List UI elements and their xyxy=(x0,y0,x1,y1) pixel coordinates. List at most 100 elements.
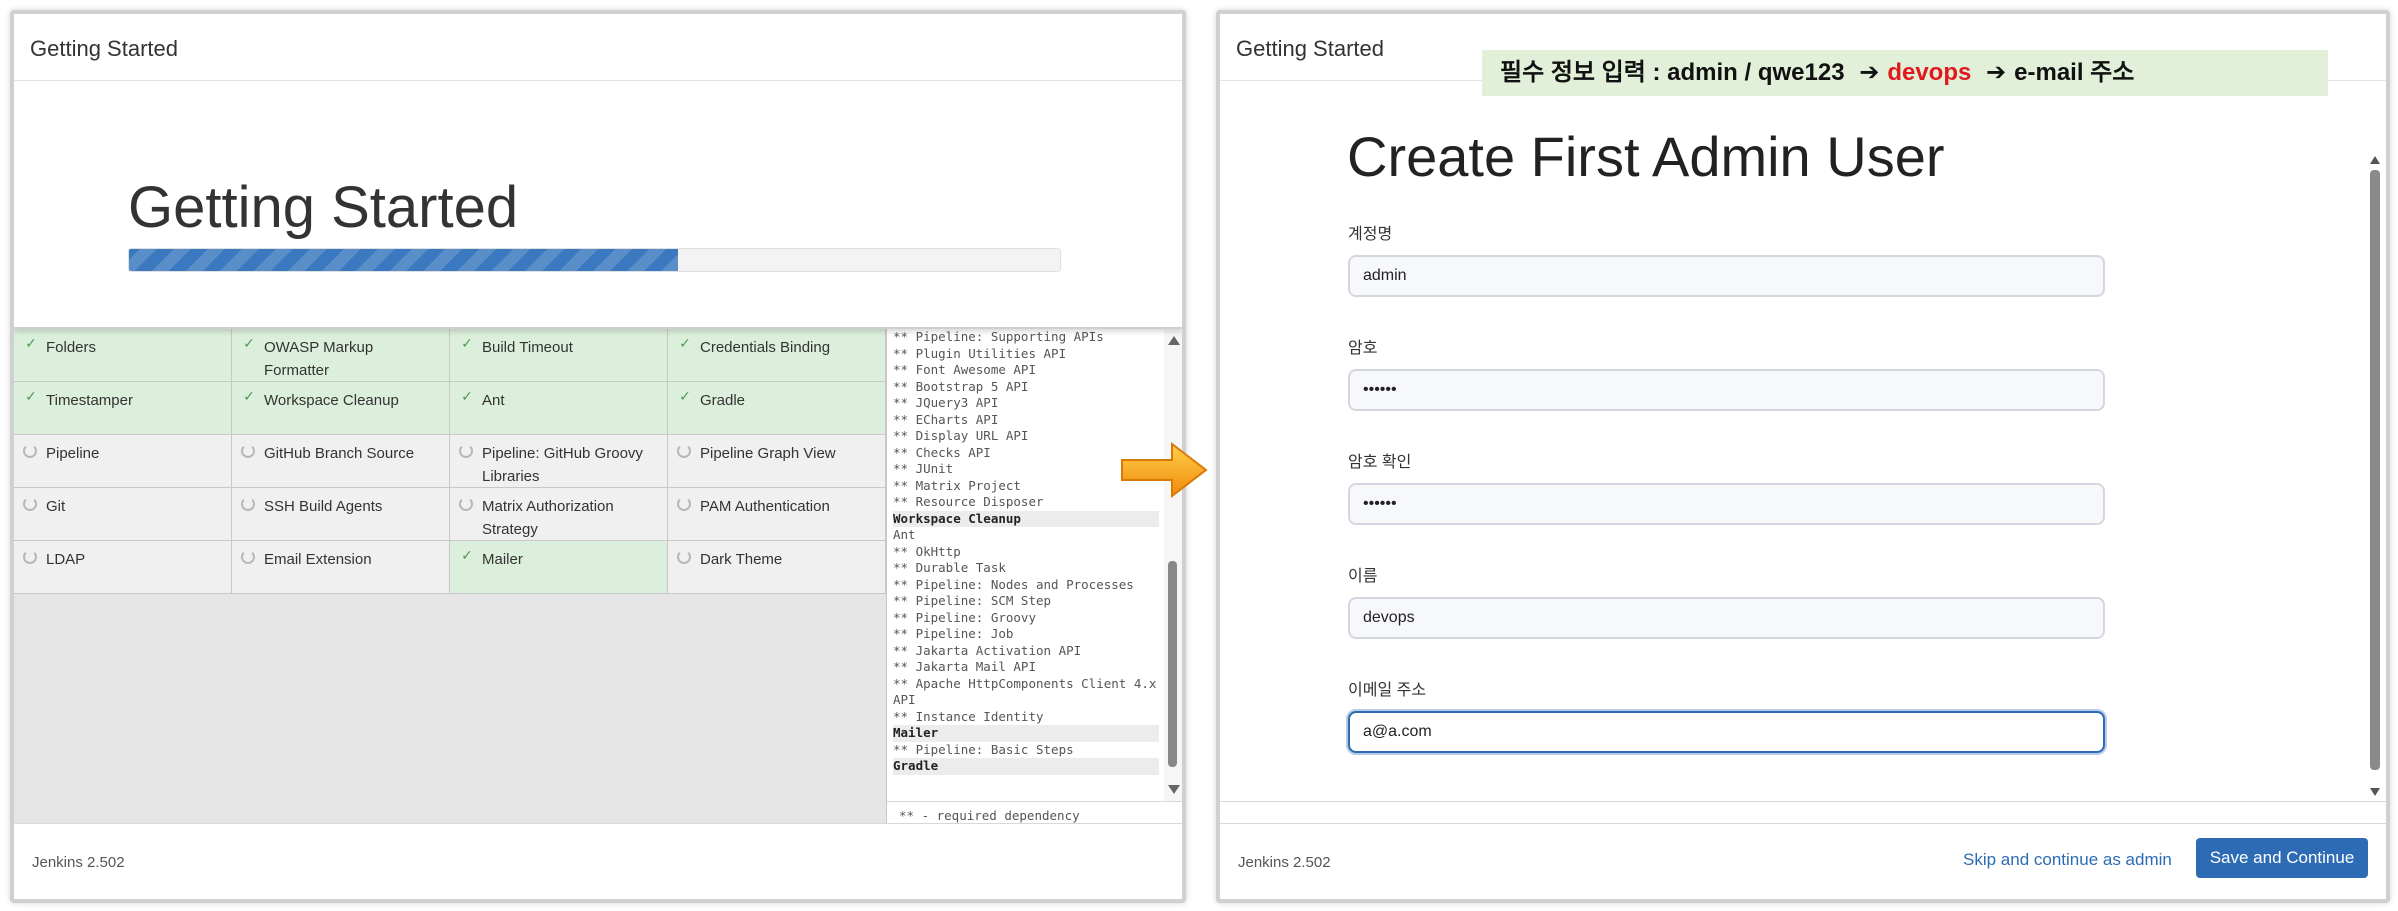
plugin-item: LDAP xyxy=(14,541,232,594)
log-line: ** Font Awesome API xyxy=(893,362,1036,377)
install-log: ** Pipeline: Supporting APIs ** Plugin Ut… xyxy=(893,329,1159,801)
plugin-item: ✓ Workspace Cleanup xyxy=(232,382,450,435)
scrollbar-thumb[interactable] xyxy=(1168,561,1177,767)
checkmark-icon: ✓ xyxy=(25,335,37,351)
plugin-name: Mailer xyxy=(482,551,523,568)
plugin-item: ✓ Folders xyxy=(14,329,232,382)
checkmark-icon: ✓ xyxy=(25,388,37,404)
banner-arrow-icon: ➔ xyxy=(1986,59,2007,86)
log-line: ** ECharts API xyxy=(893,411,999,427)
scrollbar-thumb[interactable] xyxy=(2370,170,2380,770)
spinner-icon xyxy=(677,547,693,564)
install-progress-fill xyxy=(129,249,679,271)
plugin-name: PAM Authentication xyxy=(700,498,830,515)
log-line: Ant xyxy=(893,527,916,542)
plugin-name: Email Extension xyxy=(264,551,372,568)
jenkins-version: Jenkins 2.502 xyxy=(1238,854,1331,871)
full-name-label: 이름 xyxy=(1348,568,1378,585)
banner-accent: devops xyxy=(1887,59,1972,86)
log-line: ** Pipeline: Basic Steps xyxy=(893,741,1074,757)
checkmark-icon: ✓ xyxy=(243,388,255,404)
spinner-icon xyxy=(459,494,475,511)
plugin-name: Git xyxy=(46,498,66,515)
log-line: ** Pipeline: Supporting APIs xyxy=(893,329,1104,344)
full-name-input[interactable]: devops xyxy=(1348,597,2105,639)
banner-arrow-icon: ➔ xyxy=(1859,59,1880,86)
plugin-name: Folders xyxy=(46,339,97,356)
plugin-item: Pipeline: GitHub Groovy Libraries xyxy=(450,435,668,488)
save-and-continue-button[interactable]: Save and Continue xyxy=(2196,838,2368,878)
scroll-down-arrow-icon[interactable] xyxy=(1168,785,1180,794)
plugin-item: PAM Authentication xyxy=(668,488,886,541)
log-line: ** Pipeline: Job xyxy=(893,626,1014,641)
jenkins-version: Jenkins 2.502 xyxy=(32,854,125,871)
plugin-item: ✓ Build Timeout xyxy=(450,329,668,382)
plugin-name: GitHub Branch Source xyxy=(264,445,415,462)
plugin-name: OWASP Markup Formatter xyxy=(264,339,374,379)
password-input[interactable]: •••••• xyxy=(1348,369,2105,411)
plugin-name: Timestamper xyxy=(46,392,133,409)
log-line: ** Plugin Utilities API xyxy=(893,345,1067,361)
plugin-name: Credentials Binding xyxy=(700,339,831,356)
header-title: Getting Started xyxy=(1236,36,1384,61)
form-scrollbar[interactable] xyxy=(2368,156,2382,796)
log-line: API xyxy=(893,692,916,707)
plugin-item: Git xyxy=(14,488,232,541)
plugin-name: Dark Theme xyxy=(700,551,783,568)
skip-continue-as-admin-link[interactable]: Skip and continue as admin xyxy=(1963,850,2172,870)
plugin-item: SSH Build Agents xyxy=(232,488,450,541)
plugin-name: Pipeline xyxy=(46,445,100,462)
spinner-icon xyxy=(23,547,39,564)
email-input[interactable]: a@a.com xyxy=(1348,711,2105,753)
plugin-grid: ✓ Folders ✓ OWASP Markup Formatter ✓ Build Ti… xyxy=(14,329,886,594)
plugin-item: ✓ Credentials Binding xyxy=(668,329,886,382)
plugin-name: Pipeline Graph View xyxy=(700,445,836,462)
checkmark-icon: ✓ xyxy=(243,335,255,351)
plugin-item: Matrix Authorization Strategy xyxy=(450,488,668,541)
log-line: Mailer xyxy=(893,725,1159,742)
scroll-up-arrow-icon[interactable] xyxy=(2370,156,2380,164)
getting-started-hero: Getting Started xyxy=(14,82,1182,329)
plugin-name: Gradle xyxy=(700,392,746,409)
scroll-down-arrow-icon[interactable] xyxy=(2370,788,2380,796)
log-line: Gradle xyxy=(893,758,1159,775)
log-line: ** Jakarta Mail API xyxy=(893,659,1036,674)
log-line: ** Durable Task xyxy=(893,560,1006,575)
plugin-name: LDAP xyxy=(46,551,86,568)
plugin-item: Pipeline Graph View xyxy=(668,435,886,488)
log-line: ** Apache HttpComponents Client 4.x xyxy=(893,675,1157,691)
log-line: ** Pipeline: Nodes and Processes xyxy=(893,576,1134,592)
right-arrow-icon xyxy=(1121,441,1208,499)
checkmark-icon: ✓ xyxy=(679,388,691,404)
panel-footer: Jenkins 2.502 xyxy=(14,823,1182,899)
form-title: Create First Admin User xyxy=(1347,125,1945,188)
plugin-item: ✓ OWASP Markup Formatter xyxy=(232,329,450,382)
spinner-icon xyxy=(241,547,257,564)
banner-prefix: 필수 정보 입력 : admin / qwe123 xyxy=(1500,59,1845,86)
plugin-name: SSH Build Agents xyxy=(264,498,383,515)
log-line: ** Jakarta Activation API xyxy=(893,642,1082,658)
plugin-list-area: ✓ Folders ✓ OWASP Markup Formatter ✓ Build Ti… xyxy=(14,329,886,829)
log-line: ** Bootstrap 5 API xyxy=(893,378,1029,394)
plugin-item: Pipeline xyxy=(14,435,232,488)
username-label: 계정명 xyxy=(1348,226,1393,243)
confirm-password-input[interactable]: •••••• xyxy=(1348,483,2105,525)
log-scrollbar[interactable] xyxy=(1164,329,1182,801)
log-line: Workspace Cleanup xyxy=(893,510,1159,527)
checkmark-icon: ✓ xyxy=(679,335,691,351)
password-label: 암호 xyxy=(1348,340,1378,357)
install-log-panel: ** Pipeline: Supporting APIs ** Plugin Ut… xyxy=(886,329,1182,829)
panel-header: Getting Started xyxy=(14,14,1182,81)
plugin-name: Build Timeout xyxy=(482,339,573,356)
getting-started-panel: Getting Started Getting Started ✓ Folders… xyxy=(10,10,1186,903)
plugin-item: ✓ Gradle xyxy=(668,382,886,435)
spinner-icon xyxy=(241,441,257,458)
username-input[interactable]: admin xyxy=(1348,255,2105,297)
scroll-up-arrow-icon[interactable] xyxy=(1168,336,1180,345)
plugin-item: ✓ Timestamper xyxy=(14,382,232,435)
plugin-item: ✓ Mailer xyxy=(450,541,668,594)
plugin-item: GitHub Branch Source xyxy=(232,435,450,488)
spinner-icon xyxy=(23,494,39,511)
spinner-icon xyxy=(459,441,475,458)
plugin-name: Workspace Cleanup xyxy=(264,392,399,409)
